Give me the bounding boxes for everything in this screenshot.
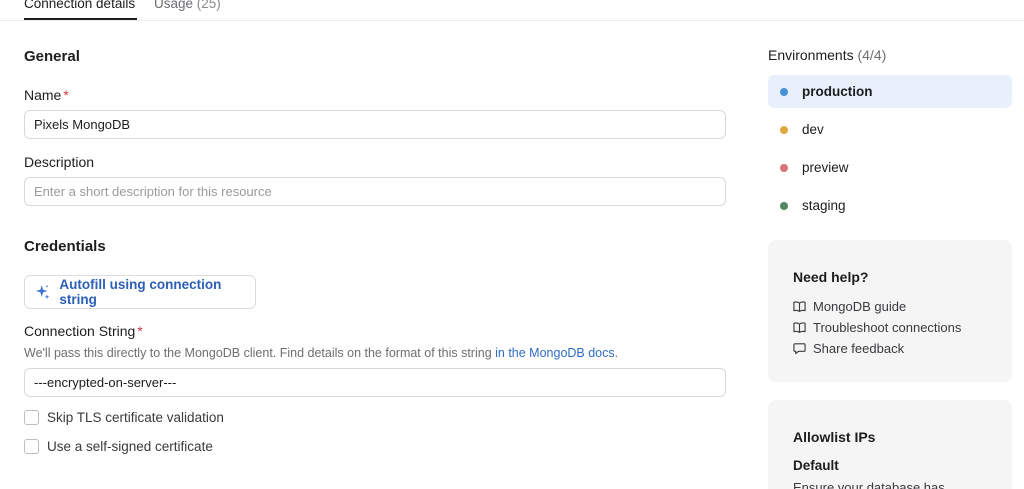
autofill-button-label: Autofill using connection string xyxy=(59,277,222,307)
allowlist-subtitle: Default xyxy=(793,458,839,473)
connection-string-input[interactable] xyxy=(24,368,726,397)
connection-string-label: Connection String * xyxy=(24,323,143,339)
self-signed-label: Use a self-signed certificate xyxy=(47,439,213,454)
env-label: staging xyxy=(802,198,846,213)
allowlist-text: Ensure your database has xyxy=(793,480,945,489)
skip-tls-option[interactable]: Skip TLS certificate validation xyxy=(24,410,224,425)
tab-bar: Connection details Usage (25) xyxy=(0,0,1024,21)
tab-usage[interactable]: Usage (25) xyxy=(154,0,221,20)
link-label: Troubleshoot connections xyxy=(813,320,962,335)
env-label: dev xyxy=(802,122,824,137)
mongodb-docs-link[interactable]: in the MongoDB docs xyxy=(495,346,615,360)
name-label: Name * xyxy=(24,87,69,103)
general-heading: General xyxy=(24,48,80,65)
tab-count: (25) xyxy=(196,0,221,11)
connection-string-helper: We'll pass this directly to the MongoDB … xyxy=(24,346,618,360)
skip-tls-checkbox[interactable] xyxy=(24,410,39,425)
env-item-dev[interactable]: dev xyxy=(768,113,1012,146)
tab-label: Usage xyxy=(154,0,194,11)
env-item-preview[interactable]: preview xyxy=(768,151,1012,184)
help-card: Need help? MongoDB guide Troubleshoot co… xyxy=(768,240,1012,382)
tab-label: Connection details xyxy=(24,0,136,11)
description-label: Description xyxy=(24,154,95,170)
required-mark: * xyxy=(137,323,143,339)
mongodb-guide-link[interactable]: MongoDB guide xyxy=(793,299,906,314)
env-label: production xyxy=(802,84,873,99)
sparkle-icon xyxy=(35,284,50,300)
link-label: Share feedback xyxy=(813,341,905,356)
chat-bubble-icon xyxy=(793,343,806,355)
self-signed-checkbox[interactable] xyxy=(24,439,39,454)
book-icon xyxy=(793,301,806,312)
environments-title: Environments xyxy=(768,47,854,63)
env-label: preview xyxy=(802,160,849,175)
helper-end: . xyxy=(614,346,619,360)
help-title: Need help? xyxy=(793,269,869,285)
book-icon xyxy=(793,322,806,333)
connection-string-label-text: Connection String xyxy=(24,323,136,339)
environments-count: (4/4) xyxy=(857,47,887,63)
name-input[interactable] xyxy=(24,110,726,139)
required-mark: * xyxy=(63,87,69,103)
description-input[interactable] xyxy=(24,177,726,206)
helper-text: We'll pass this directly to the MongoDB … xyxy=(24,346,496,360)
env-status-dot xyxy=(780,201,788,210)
troubleshoot-link[interactable]: Troubleshoot connections xyxy=(793,320,961,335)
link-label: MongoDB guide xyxy=(813,299,907,314)
env-status-dot xyxy=(780,87,788,96)
allowlist-title: Allowlist IPs xyxy=(793,429,876,445)
skip-tls-label: Skip TLS certificate validation xyxy=(47,410,224,425)
autofill-button[interactable]: Autofill using connection string xyxy=(24,275,256,309)
self-signed-option[interactable]: Use a self-signed certificate xyxy=(24,439,213,454)
share-feedback-link[interactable]: Share feedback xyxy=(793,341,904,356)
env-item-production[interactable]: production xyxy=(768,75,1012,108)
credentials-heading: Credentials xyxy=(24,238,106,255)
allowlist-card: Allowlist IPs Default Ensure your databa… xyxy=(768,400,1012,489)
name-label-text: Name xyxy=(24,87,62,103)
env-status-dot xyxy=(780,163,788,172)
environments-heading: Environments (4/4) xyxy=(768,47,886,63)
env-status-dot xyxy=(780,125,788,134)
tab-connection-details[interactable]: Connection details xyxy=(24,0,138,20)
env-item-staging[interactable]: staging xyxy=(768,189,1012,222)
